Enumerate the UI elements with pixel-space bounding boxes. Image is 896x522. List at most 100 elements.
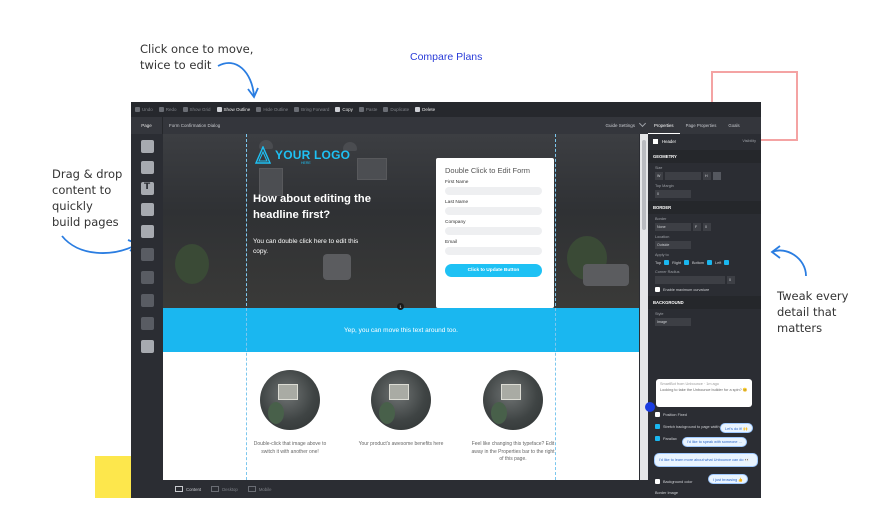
- chat-launcher-dot[interactable]: [645, 402, 655, 412]
- image-icon[interactable]: [141, 203, 154, 216]
- border-width-input[interactable]: 0: [703, 223, 711, 231]
- feature-caption[interactable]: Your product's awesome benefits here: [358, 441, 444, 449]
- location-select[interactable]: Outside: [655, 241, 691, 249]
- corner-radius-slider[interactable]: [655, 276, 725, 284]
- corner-radius-label: Corner Radius: [655, 270, 680, 274]
- tab-page-properties[interactable]: Page Properties: [680, 117, 723, 134]
- apply-right-checkbox[interactable]: [684, 260, 689, 265]
- apply-bottom-checkbox[interactable]: [707, 260, 713, 265]
- hide-outline-button[interactable]: Hide Outline: [256, 107, 288, 112]
- stretch-bg-checkbox[interactable]: [655, 424, 660, 429]
- height-input[interactable]: [713, 172, 721, 180]
- undo-button[interactable]: Undo: [135, 107, 153, 112]
- hero-section[interactable]: YOUR LOGO HERE How about editing the hea…: [163, 134, 639, 308]
- corner-radius-input[interactable]: 0: [727, 276, 735, 284]
- bring-forward-button[interactable]: Bring Forward: [294, 107, 329, 112]
- form-title[interactable]: Double Click to Edit Form: [445, 166, 545, 175]
- feature-image[interactable]: [371, 370, 431, 430]
- hero-headline[interactable]: How about editing the headline first?: [253, 192, 388, 223]
- undo-icon: [135, 107, 140, 112]
- feature-image[interactable]: [260, 370, 320, 430]
- feature-column[interactable]: Feel like changing this typeface? Edit a…: [470, 370, 556, 464]
- chevron-down-icon[interactable]: [638, 119, 647, 128]
- box-icon[interactable]: [141, 161, 154, 174]
- email-field[interactable]: [445, 247, 542, 255]
- blue-band-section[interactable]: Yep, you can move this text around too.: [163, 308, 639, 352]
- size-row: W H: [648, 171, 761, 181]
- width-label: W: [655, 172, 663, 180]
- bg-color-swatch[interactable]: [655, 479, 660, 484]
- border-style-select[interactable]: None: [655, 223, 691, 231]
- stretch-bg-row: Stretch background to page width: [648, 422, 727, 431]
- band-text[interactable]: Yep, you can move this text around too.: [344, 327, 458, 334]
- feature-caption[interactable]: Double-click that image above to switch …: [247, 441, 333, 456]
- outline-icon: [216, 107, 222, 112]
- chat-reply-option[interactable]: I just browsing 👍: [708, 474, 749, 484]
- button-icon[interactable]: [141, 225, 154, 238]
- top-margin-input[interactable]: 0: [655, 190, 691, 198]
- tab-page[interactable]: Page: [131, 117, 163, 134]
- section-border[interactable]: BORDER: [648, 201, 761, 214]
- first-name-field[interactable]: [445, 187, 542, 195]
- top-margin-row: 0: [648, 189, 761, 199]
- chat-reply-option[interactable]: I'd like to learn more about what Unboun…: [654, 453, 758, 467]
- last-name-field[interactable]: [445, 207, 542, 215]
- copy-button[interactable]: Copy: [335, 107, 353, 112]
- show-outline-button[interactable]: Show Outline: [216, 107, 250, 112]
- code-icon[interactable]: [141, 317, 154, 330]
- show-grid-button[interactable]: Show Grid: [182, 107, 211, 112]
- redo-button[interactable]: Redo: [158, 107, 177, 112]
- company-field[interactable]: [445, 227, 542, 235]
- submit-button[interactable]: Click to Update Button: [445, 264, 542, 277]
- builder-window: Undo Redo Show Grid Show Outline Hide Ou…: [131, 102, 761, 498]
- section-icon[interactable]: [141, 140, 154, 153]
- enable-curvature-checkbox[interactable]: [655, 287, 660, 292]
- form-icon[interactable]: [141, 248, 154, 261]
- text-icon[interactable]: T: [141, 182, 154, 195]
- view-content-button[interactable]: Content: [175, 486, 201, 492]
- chat-message-card[interactable]: SmartBot from Unbounce · 1m ago Looking …: [656, 379, 752, 407]
- view-desktop-label: Desktop: [222, 486, 238, 492]
- element-type-icon: [653, 138, 658, 144]
- duplicate-button[interactable]: Duplicate: [383, 107, 409, 112]
- tab-goals[interactable]: Goals: [722, 117, 745, 134]
- feature-image-plant: [379, 402, 395, 424]
- position-fixed-checkbox[interactable]: [655, 412, 660, 417]
- apply-top-checkbox[interactable]: [664, 260, 670, 265]
- location-label: Location: [655, 235, 670, 239]
- lead-form[interactable]: Double Click to Edit Form First Name Las…: [436, 158, 554, 308]
- hero-subcopy[interactable]: You can double click here to edit this c…: [253, 237, 373, 257]
- scrollbar-thumb[interactable]: [642, 140, 646, 230]
- feature-caption[interactable]: Feel like changing this typeface? Edit a…: [470, 441, 556, 464]
- list-icon[interactable]: [141, 271, 154, 284]
- view-desktop-button[interactable]: Desktop: [211, 486, 238, 492]
- style-select[interactable]: Image: [655, 318, 691, 326]
- stretch-bg-label: Stretch background to page width: [663, 424, 720, 429]
- apply-left-label: Left: [715, 260, 722, 265]
- feature-column[interactable]: Double-click that image above to switch …: [247, 370, 333, 456]
- height-label: H: [703, 172, 711, 180]
- apply-left-checkbox[interactable]: [724, 260, 730, 265]
- guide-settings[interactable]: Guide Settings: [605, 123, 635, 128]
- tab-properties[interactable]: Properties: [648, 117, 680, 134]
- section-geometry[interactable]: GEOMETRY: [648, 150, 761, 163]
- chat-reply-option[interactable]: Let's do it! 🙌: [720, 423, 753, 433]
- view-mobile-button[interactable]: Mobile: [247, 486, 272, 492]
- visibility-label[interactable]: Visibility: [742, 139, 756, 143]
- chat-reply-option[interactable]: I'd like to speak with someone ...: [682, 437, 747, 447]
- position-fixed-row: Position Fixed: [648, 410, 694, 419]
- canvas-scrollbar[interactable]: [640, 134, 648, 480]
- properties-panel: Properties Page Properties Goals Header …: [648, 117, 761, 498]
- page-canvas[interactable]: YOUR LOGO HERE How about editing the hea…: [163, 134, 639, 480]
- delete-button[interactable]: Delete: [415, 107, 435, 112]
- width-input[interactable]: [665, 172, 701, 180]
- video-icon[interactable]: [141, 294, 154, 307]
- feature-image[interactable]: [483, 370, 543, 430]
- decorative-yellow-block: [95, 456, 131, 498]
- section-background[interactable]: BACKGROUND: [648, 296, 761, 309]
- social-icon[interactable]: [141, 340, 154, 353]
- paste-button[interactable]: Paste: [358, 107, 377, 112]
- feature-column[interactable]: Your product's awesome benefits here: [358, 370, 444, 449]
- panel-tabs: Properties Page Properties Goals: [648, 117, 761, 134]
- parallax-checkbox[interactable]: [655, 436, 660, 441]
